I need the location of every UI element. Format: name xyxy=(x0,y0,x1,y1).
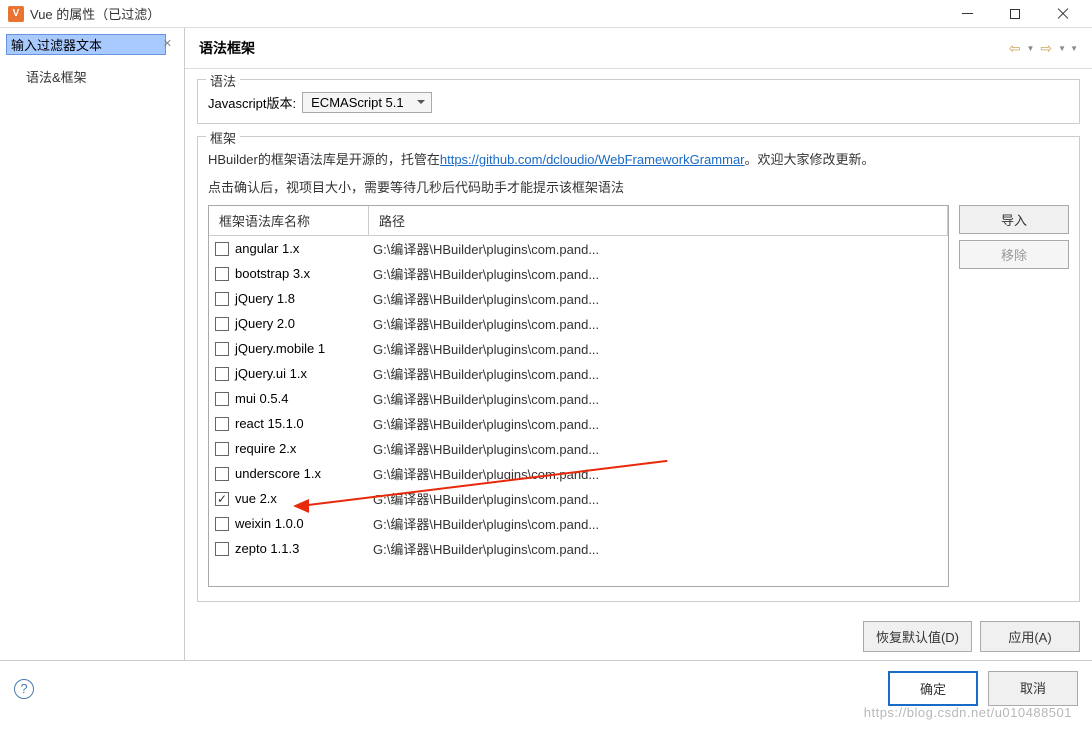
row-checkbox[interactable] xyxy=(215,267,229,281)
row-name: underscore 1.x xyxy=(235,466,321,481)
framework-link[interactable]: https://github.com/dcloudio/WebFramework… xyxy=(440,152,745,167)
table-row[interactable]: jQuery 1.8 G:\编译器\HBuilder\plugins\com.pa… xyxy=(209,286,948,311)
filter-input[interactable] xyxy=(6,34,166,55)
js-version-label: Javascript版本: xyxy=(208,93,296,112)
window-controls xyxy=(952,4,1084,24)
row-path: G:\编译器\HBuilder\plugins\com.pand... xyxy=(369,464,948,483)
table-row[interactable]: jQuery.mobile 1 G:\编译器\HBuilder\plugins\c… xyxy=(209,336,948,361)
ok-button[interactable]: 确定 xyxy=(888,671,978,706)
row-path: G:\编译器\HBuilder\plugins\com.pand... xyxy=(369,439,948,458)
row-path: G:\编译器\HBuilder\plugins\com.pand... xyxy=(369,414,948,433)
window-title: Vue 的属性（已过滤） xyxy=(30,4,952,23)
row-name: angular 1.x xyxy=(235,241,299,256)
footer: ? 确定 取消 xyxy=(0,660,1092,716)
help-icon[interactable]: ? xyxy=(14,679,34,699)
row-path: G:\编译器\HBuilder\plugins\com.pand... xyxy=(369,239,948,258)
forward-drop-icon[interactable]: ▼ xyxy=(1058,44,1066,53)
sidebar-item-grammar-framework[interactable]: 语法&框架 xyxy=(6,63,178,90)
row-checkbox[interactable] xyxy=(215,542,229,556)
row-path: G:\编译器\HBuilder\plugins\com.pand... xyxy=(369,489,948,508)
row-path: G:\编译器\HBuilder\plugins\com.pand... xyxy=(369,264,948,283)
row-name: zepto 1.1.3 xyxy=(235,541,299,556)
app-icon: V xyxy=(8,6,24,22)
table-row[interactable]: require 2.x G:\编译器\HBuilder\plugins\com.p… xyxy=(209,436,948,461)
row-path: G:\编译器\HBuilder\plugins\com.pand... xyxy=(369,364,948,383)
row-name: jQuery.mobile 1 xyxy=(235,341,325,356)
row-checkbox[interactable] xyxy=(215,242,229,256)
minimize-button[interactable] xyxy=(952,4,982,24)
row-checkbox[interactable] xyxy=(215,392,229,406)
table-row[interactable]: underscore 1.x G:\编译器\HBuilder\plugins\co… xyxy=(209,461,948,486)
js-version-select[interactable]: ECMAScript 5.1 xyxy=(302,92,432,113)
row-checkbox[interactable] xyxy=(215,442,229,456)
row-path: G:\编译器\HBuilder\plugins\com.pand... xyxy=(369,514,948,533)
framework-desc-2: 点击确认后，视项目大小，需要等待几秒后代码助手才能提示该框架语法 xyxy=(208,177,1069,199)
apply-button[interactable]: 应用(A) xyxy=(980,621,1080,652)
row-path: G:\编译器\HBuilder\plugins\com.pand... xyxy=(369,389,948,408)
row-name: weixin 1.0.0 xyxy=(235,516,304,531)
grammar-legend: 语法 xyxy=(206,71,240,90)
clear-filter-icon[interactable]: ✕ xyxy=(163,37,172,50)
table-row[interactable]: bootstrap 3.x G:\编译器\HBuilder\plugins\com… xyxy=(209,261,948,286)
col-header-path[interactable]: 路径 xyxy=(369,206,948,235)
import-button[interactable]: 导入 xyxy=(959,205,1069,234)
row-path: G:\编译器\HBuilder\plugins\com.pand... xyxy=(369,339,948,358)
row-name: react 15.1.0 xyxy=(235,416,304,431)
row-name: bootstrap 3.x xyxy=(235,266,310,281)
table-row-empty xyxy=(209,561,948,586)
restore-defaults-button[interactable]: 恢复默认值(D) xyxy=(863,621,972,652)
close-button[interactable] xyxy=(1048,4,1078,24)
framework-fieldset: 框架 HBuilder的框架语法库是开源的，托管在https://github.… xyxy=(197,136,1080,602)
row-checkbox[interactable] xyxy=(215,292,229,306)
framework-table: 框架语法库名称 路径 angular 1.x G:\编译器\HBuilder\pl… xyxy=(208,205,949,587)
col-header-name[interactable]: 框架语法库名称 xyxy=(209,206,369,235)
sidebar: ✕ 语法&框架 xyxy=(0,28,185,660)
framework-desc-prefix: HBuilder的框架语法库是开源的，托管在 xyxy=(208,152,440,167)
remove-button[interactable]: 移除 xyxy=(959,240,1069,269)
row-path: G:\编译器\HBuilder\plugins\com.pand... xyxy=(369,289,948,308)
forward-icon[interactable]: ⇨ xyxy=(1038,40,1054,57)
table-row[interactable]: mui 0.5.4 G:\编译器\HBuilder\plugins\com.pan… xyxy=(209,386,948,411)
maximize-button[interactable] xyxy=(1000,4,1030,24)
titlebar: V Vue 的属性（已过滤） xyxy=(0,0,1092,28)
menu-drop-icon[interactable]: ▼ xyxy=(1070,44,1078,53)
row-checkbox[interactable] xyxy=(215,492,229,506)
table-row[interactable]: jQuery.ui 1.x G:\编译器\HBuilder\plugins\com… xyxy=(209,361,948,386)
table-row[interactable]: jQuery 2.0 G:\编译器\HBuilder\plugins\com.pa… xyxy=(209,311,948,336)
row-name: mui 0.5.4 xyxy=(235,391,288,406)
table-row[interactable]: vue 2.x G:\编译器\HBuilder\plugins\com.pand.… xyxy=(209,486,948,511)
row-checkbox[interactable] xyxy=(215,467,229,481)
framework-legend: 框架 xyxy=(206,128,240,147)
row-name: require 2.x xyxy=(235,441,296,456)
table-row[interactable]: zepto 1.1.3 G:\编译器\HBuilder\plugins\com.p… xyxy=(209,536,948,561)
row-checkbox[interactable] xyxy=(215,367,229,381)
row-name: jQuery 1.8 xyxy=(235,291,295,306)
cancel-button[interactable]: 取消 xyxy=(988,671,1078,706)
framework-desc-suffix: 。欢迎大家修改更新。 xyxy=(745,152,875,167)
row-checkbox[interactable] xyxy=(215,317,229,331)
table-row[interactable]: react 15.1.0 G:\编译器\HBuilder\plugins\com.… xyxy=(209,411,948,436)
row-path: G:\编译器\HBuilder\plugins\com.pand... xyxy=(369,314,948,333)
page-title: 语法框架 xyxy=(199,38,1007,58)
row-name: jQuery.ui 1.x xyxy=(235,366,307,381)
table-row[interactable]: weixin 1.0.0 G:\编译器\HBuilder\plugins\com.… xyxy=(209,511,948,536)
back-icon[interactable]: ⇦ xyxy=(1007,40,1023,57)
row-checkbox[interactable] xyxy=(215,417,229,431)
grammar-fieldset: 语法 Javascript版本: ECMAScript 5.1 xyxy=(197,79,1080,124)
nav-arrows: ⇦▼ ⇨▼ ▼ xyxy=(1007,40,1078,57)
row-name: jQuery 2.0 xyxy=(235,316,295,331)
table-row[interactable]: angular 1.x G:\编译器\HBuilder\plugins\com.p… xyxy=(209,236,948,261)
back-drop-icon[interactable]: ▼ xyxy=(1027,44,1035,53)
content-pane: 语法框架 ⇦▼ ⇨▼ ▼ 语法 Javascript版本: ECMAScript… xyxy=(185,28,1092,660)
row-checkbox[interactable] xyxy=(215,342,229,356)
row-checkbox[interactable] xyxy=(215,517,229,531)
row-path: G:\编译器\HBuilder\plugins\com.pand... xyxy=(369,539,948,558)
row-name: vue 2.x xyxy=(235,491,277,506)
